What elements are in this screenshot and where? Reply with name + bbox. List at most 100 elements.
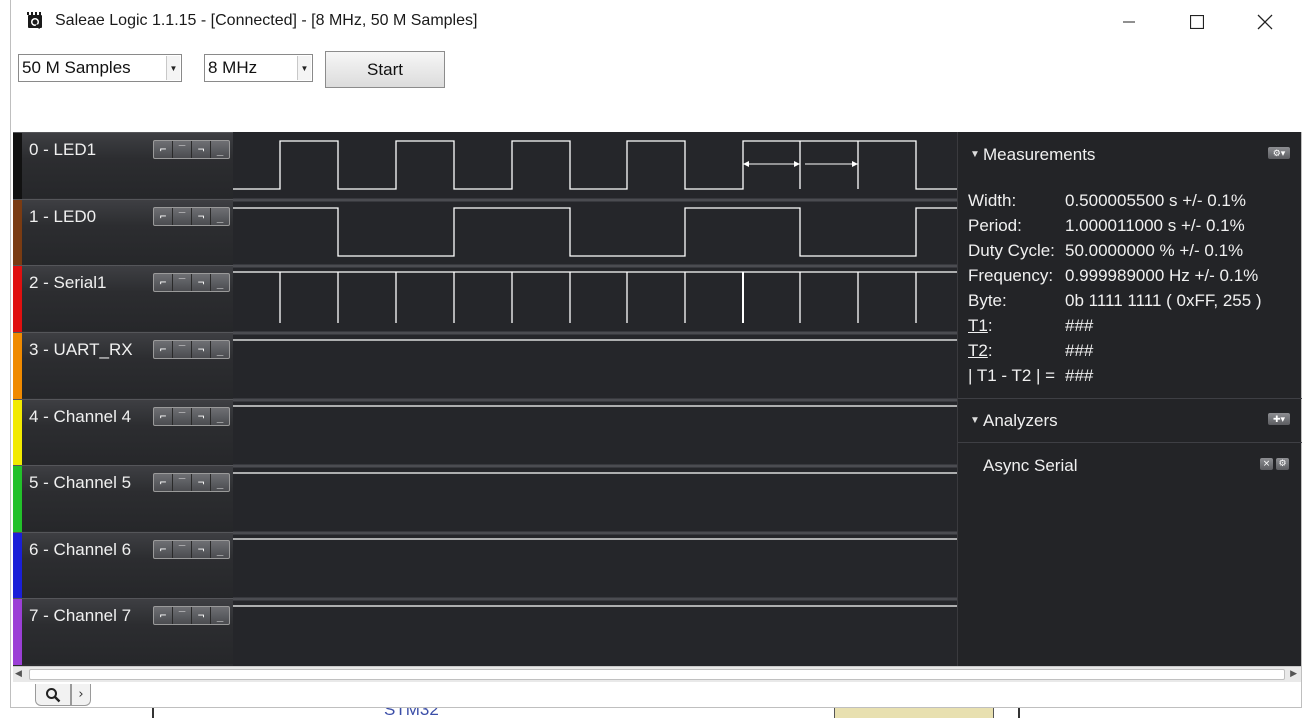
low-level-icon[interactable]: _: [211, 408, 229, 425]
falling-edge-icon[interactable]: ¬: [192, 341, 211, 358]
scrollbar-thumb[interactable]: [29, 669, 1285, 680]
trigger-buttons[interactable]: ⌐ ‾ ¬ _: [153, 540, 230, 559]
low-level-icon[interactable]: _: [211, 341, 229, 358]
channel-row[interactable]: 7 - Channel 7 ⌐ ‾ ¬ _: [13, 598, 233, 665]
high-level-icon[interactable]: ‾: [173, 341, 192, 358]
channel-color-swatch: [13, 266, 22, 332]
measurement-value: 0b 1111 1111 ( 0xFF, 255 ): [1065, 291, 1262, 310]
low-level-icon[interactable]: _: [211, 474, 229, 491]
high-level-icon[interactable]: ‾: [173, 274, 192, 291]
high-level-icon[interactable]: ‾: [173, 541, 192, 558]
chevron-down-icon[interactable]: ▼: [166, 56, 180, 80]
falling-edge-icon[interactable]: ¬: [192, 541, 211, 558]
collapse-triangle-icon[interactable]: ▼: [970, 415, 980, 426]
measurement-label[interactable]: T2:: [968, 341, 993, 361]
sample-rate-select-value: 8 MHz: [208, 58, 258, 77]
horizontal-scrollbar[interactable]: ◀ ▶: [13, 666, 1301, 682]
low-level-icon[interactable]: _: [211, 541, 229, 558]
measurement-label: Byte:: [968, 291, 1007, 310]
trigger-buttons[interactable]: ⌐ ‾ ¬ _: [153, 606, 230, 625]
rising-edge-icon[interactable]: ⌐: [154, 607, 173, 624]
analyzers-header[interactable]: ▼ Analyzers ✚▾: [958, 398, 1302, 442]
high-level-icon[interactable]: ‾: [173, 408, 192, 425]
search-icon: [46, 687, 61, 702]
high-level-icon[interactable]: ‾: [173, 474, 192, 491]
falling-edge-icon[interactable]: ¬: [192, 474, 211, 491]
capture-area: 0 - LED1 ⌐ ‾ ¬ _ 1 - LED0 ⌐ ‾ ¬ _ 2 - Serial1 …: [13, 132, 1302, 666]
sample-rate-select[interactable]: 8 MHz ▼: [204, 54, 313, 82]
remove-analyzer-icon[interactable]: ×: [1260, 458, 1273, 470]
measurement-label: | T1 - T2 | =: [968, 366, 1056, 385]
channel-row[interactable]: 5 - Channel 5 ⌐ ‾ ¬ _: [13, 465, 233, 532]
channel-color-swatch: [13, 200, 22, 266]
channel-label[interactable]: 2 - Serial1: [29, 273, 106, 293]
close-button[interactable]: [1231, 0, 1299, 44]
low-level-icon[interactable]: _: [211, 141, 229, 158]
trigger-buttons[interactable]: ⌐ ‾ ¬ _: [153, 273, 230, 292]
rising-edge-icon[interactable]: ⌐: [154, 208, 173, 225]
channel-row[interactable]: 4 - Channel 4 ⌐ ‾ ¬ _: [13, 399, 233, 466]
trigger-buttons[interactable]: ⌐ ‾ ¬ _: [153, 407, 230, 426]
channel-label[interactable]: 6 - Channel 6: [29, 540, 131, 560]
search-button[interactable]: [35, 684, 71, 706]
rising-edge-icon[interactable]: ⌐: [154, 274, 173, 291]
channel-row[interactable]: 0 - LED1 ⌐ ‾ ¬ _: [13, 132, 233, 199]
waveform-view[interactable]: [233, 132, 957, 666]
falling-edge-icon[interactable]: ¬: [192, 141, 211, 158]
falling-edge-icon[interactable]: ¬: [192, 208, 211, 225]
high-level-icon[interactable]: ‾: [173, 208, 192, 225]
trigger-buttons[interactable]: ⌐ ‾ ¬ _: [153, 140, 230, 159]
maximize-button[interactable]: [1163, 0, 1231, 44]
channel-row[interactable]: 3 - UART_RX ⌐ ‾ ¬ _: [13, 332, 233, 399]
t2-link[interactable]: T2: [968, 341, 988, 360]
add-analyzer-icon[interactable]: ✚▾: [1268, 413, 1290, 425]
samples-select-value: 50 M Samples: [22, 58, 131, 77]
channel-label[interactable]: 1 - LED0: [29, 207, 96, 227]
scroll-right-icon[interactable]: ▶: [1290, 669, 1297, 679]
rising-edge-icon[interactable]: ⌐: [154, 474, 173, 491]
scroll-left-icon[interactable]: ◀: [15, 669, 22, 679]
channel-row[interactable]: 6 - Channel 6 ⌐ ‾ ¬ _: [13, 532, 233, 599]
measurement-value: ###: [1065, 316, 1094, 335]
measurement-label: Period:: [968, 216, 1022, 235]
channel-label[interactable]: 7 - Channel 7: [29, 606, 131, 626]
waveform-canvas[interactable]: [233, 132, 957, 666]
t1-link[interactable]: T1: [968, 316, 988, 335]
low-level-icon[interactable]: _: [211, 208, 229, 225]
channel-row[interactable]: 2 - Serial1 ⌐ ‾ ¬ _: [13, 265, 233, 332]
measurements-header[interactable]: ▼ Measurements ⚙▾: [958, 132, 1302, 176]
maximize-icon: [1190, 15, 1204, 29]
collapse-triangle-icon[interactable]: ▼: [970, 149, 980, 160]
rising-edge-icon[interactable]: ⌐: [154, 141, 173, 158]
measurement-label[interactable]: T1:: [968, 316, 993, 336]
rising-edge-icon[interactable]: ⌐: [154, 341, 173, 358]
trigger-buttons[interactable]: ⌐ ‾ ¬ _: [153, 207, 230, 226]
measurement-value: ###: [1065, 341, 1094, 360]
low-level-icon[interactable]: _: [211, 607, 229, 624]
measurements-title: Measurements: [983, 145, 1096, 164]
falling-edge-icon[interactable]: ¬: [192, 274, 211, 291]
channel-row[interactable]: 1 - LED0 ⌐ ‾ ¬ _: [13, 199, 233, 266]
trigger-buttons[interactable]: ⌐ ‾ ¬ _: [153, 473, 230, 492]
channel-label[interactable]: 0 - LED1: [29, 140, 96, 160]
minimize-button[interactable]: [1095, 0, 1163, 44]
samples-select[interactable]: 50 M Samples ▼: [18, 54, 182, 82]
analyzer-item[interactable]: Async Serial: [983, 456, 1077, 476]
high-level-icon[interactable]: ‾: [173, 141, 192, 158]
low-level-icon[interactable]: _: [211, 274, 229, 291]
falling-edge-icon[interactable]: ¬: [192, 408, 211, 425]
gear-icon[interactable]: ⚙: [1276, 458, 1289, 470]
channel-label[interactable]: 3 - UART_RX: [29, 340, 133, 360]
high-level-icon[interactable]: ‾: [173, 607, 192, 624]
chevron-down-icon[interactable]: ▼: [297, 56, 311, 80]
rising-edge-icon[interactable]: ⌐: [154, 541, 173, 558]
measurement-value: 1.000011000 s +/- 0.1%: [1065, 216, 1245, 235]
expand-button[interactable]: ›: [71, 684, 91, 706]
trigger-buttons[interactable]: ⌐ ‾ ¬ _: [153, 340, 230, 359]
channel-label[interactable]: 5 - Channel 5: [29, 473, 131, 493]
rising-edge-icon[interactable]: ⌐: [154, 408, 173, 425]
falling-edge-icon[interactable]: ¬: [192, 607, 211, 624]
channel-label[interactable]: 4 - Channel 4: [29, 407, 131, 427]
start-button[interactable]: Start: [325, 51, 445, 88]
gear-icon[interactable]: ⚙▾: [1268, 147, 1290, 159]
